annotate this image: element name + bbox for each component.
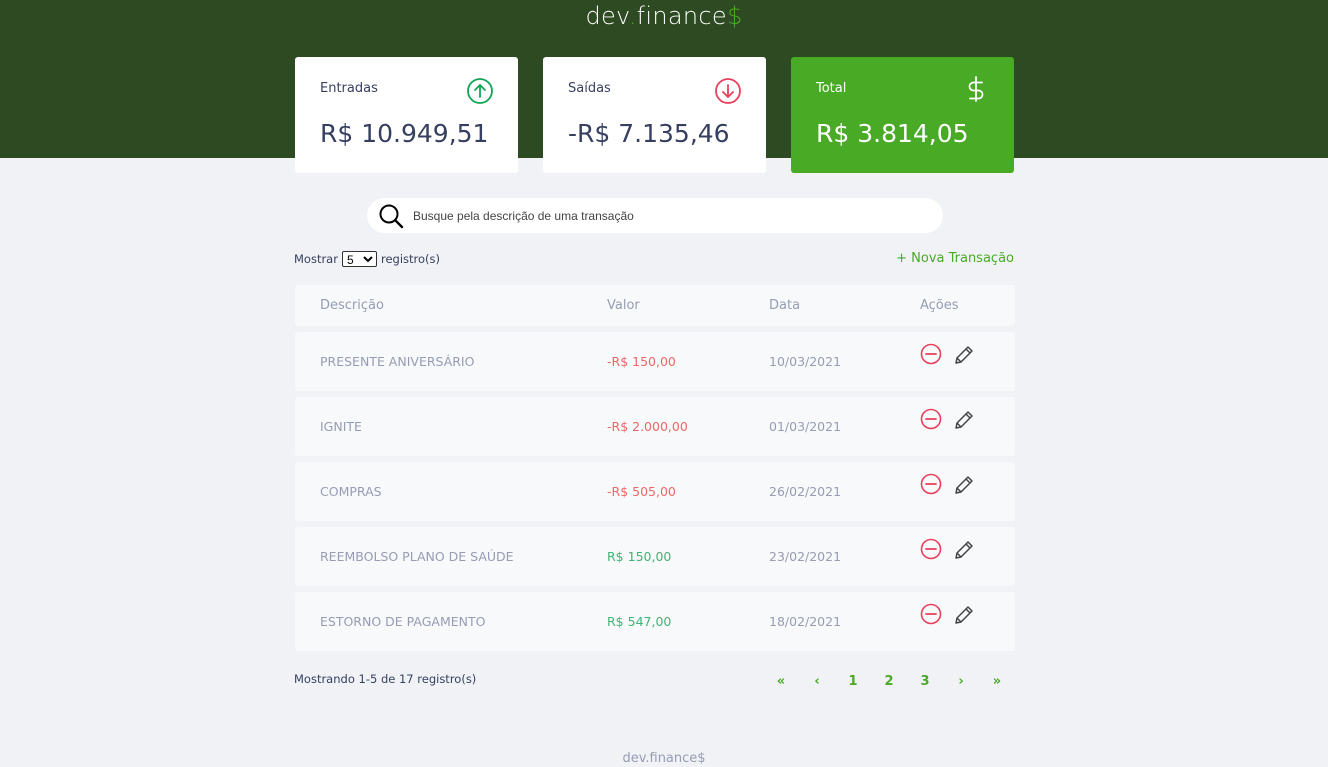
row-date: 01/03/2021	[769, 419, 842, 434]
logo-dot: .	[628, 2, 637, 30]
remove-circle-icon[interactable]	[920, 603, 942, 625]
row-amount: -R$ 505,00	[607, 484, 676, 499]
row-date: 26/02/2021	[769, 484, 842, 499]
search-icon	[379, 204, 404, 229]
footer-text: dev.finance$	[622, 751, 706, 766]
page-size-control: Mostrar 5 10 20 registro(s)	[294, 251, 440, 267]
row-date: 18/02/2021	[769, 614, 842, 629]
pencil-icon[interactable]	[952, 538, 976, 562]
pencil-icon[interactable]	[952, 343, 976, 367]
page-button-3[interactable]: 3	[907, 674, 943, 689]
table-row: COMPRAS -R$ 505,00 26/02/2021	[295, 462, 1015, 521]
table-row: IGNITE -R$ 2.000,00 01/03/2021	[295, 397, 1015, 456]
logo-prefix: dev	[585, 2, 629, 30]
table-row: ESTORNO DE PAGAMENTO R$ 547,00 18/02/202…	[295, 592, 1015, 651]
income-card-value: R$ 10.949,51	[320, 119, 489, 148]
logo-main: finance	[636, 2, 727, 30]
search-input[interactable]	[413, 206, 913, 225]
row-date: 10/03/2021	[769, 354, 842, 369]
income-card: Entradas R$ 10.949,51	[295, 57, 518, 173]
total-card-value: R$ 3.814,05	[816, 119, 969, 148]
row-actions	[920, 343, 976, 367]
last-page-button[interactable]: »	[979, 674, 1015, 689]
row-actions	[920, 603, 976, 627]
dollar-icon	[968, 76, 984, 102]
next-page-button[interactable]: ›	[943, 674, 979, 689]
header-date: Data	[769, 298, 801, 313]
pagination: « ‹ 1 2 3 › »	[763, 674, 1015, 689]
total-card: Total R$ 3.814,05	[791, 57, 1014, 173]
row-description: REEMBOLSO PLANO DE SAÚDE	[320, 549, 514, 564]
pagination-summary: Mostrando 1-5 de 17 registro(s)	[294, 672, 477, 686]
header-actions: Ações	[920, 298, 959, 313]
remove-circle-icon[interactable]	[920, 538, 942, 560]
prev-page-button[interactable]: ‹	[799, 674, 835, 689]
row-amount: R$ 150,00	[607, 549, 672, 564]
row-amount: -R$ 150,00	[607, 354, 676, 369]
remove-circle-icon[interactable]	[920, 408, 942, 430]
show-label: Mostrar	[294, 252, 338, 266]
page-size-select[interactable]: 5 10 20	[341, 251, 377, 267]
records-label: registro(s)	[380, 252, 440, 266]
row-description: IGNITE	[320, 419, 362, 434]
expense-card: Saídas -R$ 7.135,46	[543, 57, 766, 173]
remove-circle-icon[interactable]	[920, 473, 942, 495]
row-actions	[920, 473, 976, 497]
row-amount: R$ 547,00	[607, 614, 672, 629]
row-description: PRESENTE ANIVERSÁRIO	[320, 354, 475, 369]
table-header: Descrição Valor Data Ações	[295, 285, 1015, 326]
page-button-2[interactable]: 2	[871, 674, 907, 689]
search-bar	[367, 198, 943, 233]
row-date: 23/02/2021	[769, 549, 842, 564]
arrow-down-circle-icon	[715, 78, 741, 104]
header-description: Descrição	[320, 298, 384, 313]
header-amount: Valor	[607, 298, 640, 313]
row-description: COMPRAS	[320, 484, 382, 499]
new-transaction-button[interactable]: + Nova Transação	[896, 251, 1014, 266]
remove-circle-icon[interactable]	[920, 343, 942, 365]
row-amount: -R$ 2.000,00	[607, 419, 688, 434]
table-row: REEMBOLSO PLANO DE SAÚDE R$ 150,00 23/02…	[295, 527, 1015, 586]
expense-card-value: -R$ 7.135,46	[568, 119, 730, 148]
pencil-icon[interactable]	[952, 603, 976, 627]
row-description: ESTORNO DE PAGAMENTO	[320, 614, 486, 629]
first-page-button[interactable]: «	[763, 674, 799, 689]
logo-dollar: $	[726, 2, 743, 30]
app-logo: dev.finance$	[0, 2, 1328, 30]
row-actions	[920, 538, 976, 562]
transactions-table: Descrição Valor Data Ações PRESENTE ANIV…	[295, 285, 1015, 651]
row-actions	[920, 408, 976, 432]
table-row: PRESENTE ANIVERSÁRIO -R$ 150,00 10/03/20…	[295, 332, 1015, 391]
pencil-icon[interactable]	[952, 408, 976, 432]
arrow-up-circle-icon	[467, 78, 493, 104]
pencil-icon[interactable]	[952, 473, 976, 497]
page-button-1[interactable]: 1	[835, 674, 871, 689]
